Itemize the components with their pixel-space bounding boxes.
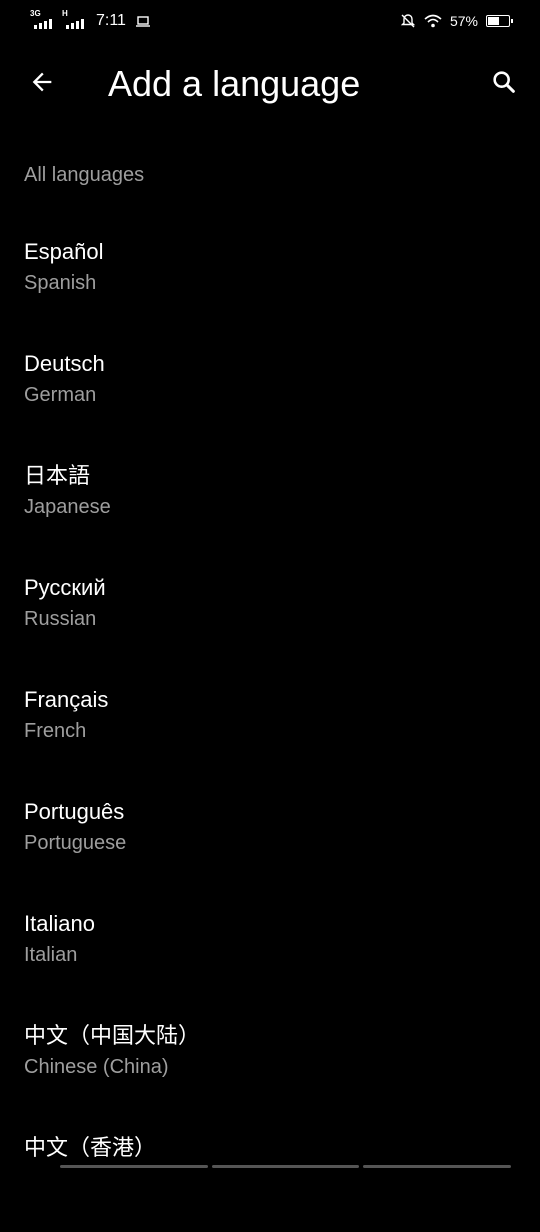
language-english-name: Chinese (China) [24, 1056, 169, 1078]
search-button[interactable] [484, 62, 524, 102]
app-bar: Add a language [0, 48, 540, 120]
language-english-name: Italian [24, 944, 78, 966]
language-item-italian[interactable]: Italiano Italian [0, 896, 540, 1008]
language-item-chinese-hong-kong[interactable]: 中文（香港） [0, 1120, 540, 1232]
page-title: Add a language [108, 63, 361, 104]
language-native-name: Русский [24, 575, 106, 600]
language-english-name: Portuguese [24, 832, 127, 854]
language-native-name: Deutsch [24, 351, 105, 376]
language-item-russian[interactable]: Русский Russian [0, 560, 540, 672]
language-english-name: Japanese [24, 496, 111, 518]
section-header: All languages [24, 164, 145, 186]
arrow-back-icon [32, 72, 52, 92]
language-english-name: Spanish [24, 272, 97, 294]
back-button[interactable] [22, 62, 62, 102]
language-native-name: 中文（香港） [24, 1135, 157, 1160]
language-native-name: Français [24, 687, 109, 712]
language-native-name: Español [24, 239, 104, 264]
language-english-name: Russian [24, 608, 97, 630]
status-bar: 3G H 7:11 57% [0, 0, 540, 40]
signal-3g-icon: 3G [30, 10, 56, 32]
signal-h-icon: H [62, 10, 88, 32]
language-native-name: 日本語 [24, 463, 91, 488]
network-type-label: 3G [30, 9, 41, 18]
laptop-icon [135, 16, 150, 27]
language-english-name: French [24, 720, 87, 742]
language-native-name: Português [24, 799, 125, 824]
language-english-name: German [24, 384, 97, 406]
language-item-german[interactable]: Deutsch German [0, 336, 540, 448]
navigation-gesture-bar [60, 1165, 512, 1168]
language-item-spanish[interactable]: Español Spanish [0, 224, 540, 336]
language-list: Español Spanish Deutsch German 日本語 Japan… [0, 224, 540, 1232]
language-item-portuguese[interactable]: Português Portuguese [0, 784, 540, 896]
language-item-japanese[interactable]: 日本語 Japanese [0, 448, 540, 560]
wifi-icon [424, 14, 442, 28]
battery-icon [486, 15, 513, 27]
clock: 7:11 [96, 12, 126, 29]
search-icon [493, 71, 515, 93]
language-native-name: Italiano [24, 911, 95, 936]
status-bar-right: 57% [400, 10, 513, 32]
battery-percent: 57% [449, 13, 478, 29]
network-type-label: H [62, 9, 68, 18]
language-item-french[interactable]: Français French [0, 672, 540, 784]
language-native-name: 中文（中国大陆） [24, 1023, 201, 1048]
language-item-chinese-china[interactable]: 中文（中国大陆） Chinese (China) [0, 1008, 540, 1120]
status-bar-left: 3G H 7:11 [30, 10, 150, 32]
notifications-off-icon [400, 14, 416, 28]
